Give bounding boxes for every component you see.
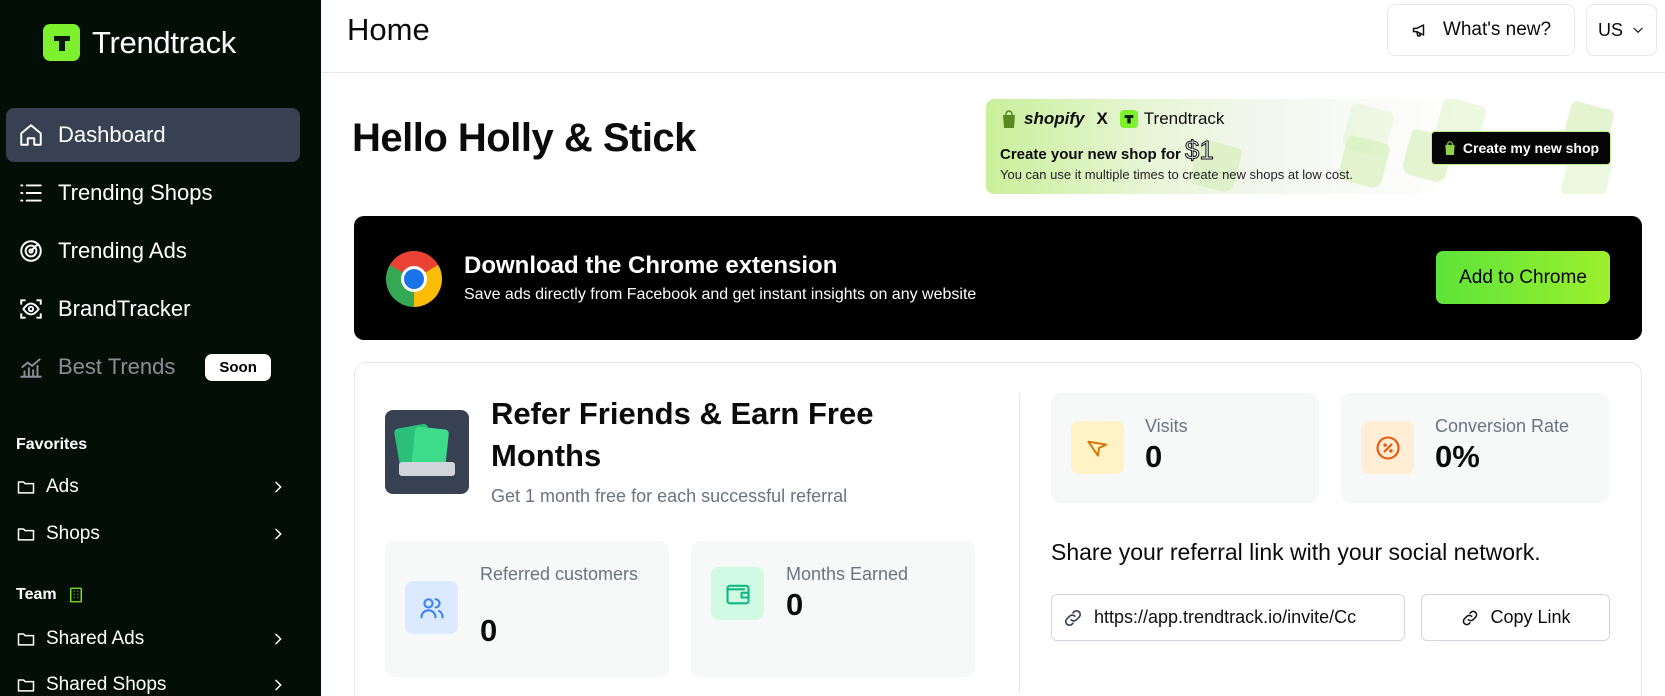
chrome-extension-subtitle: Save ads directly from Facebook and get … <box>464 286 977 303</box>
chevron-right-icon <box>275 679 282 691</box>
target-icon <box>20 240 42 262</box>
app-logo[interactable]: Trendtrack <box>43 24 236 61</box>
copy-link-label: Copy Link <box>1490 607 1571 627</box>
stat-label: Visits <box>1145 416 1188 436</box>
page-title: Home <box>347 12 430 47</box>
promo-price: $1 <box>1184 135 1214 166</box>
building-icon <box>69 587 82 603</box>
whats-new-label: What's new? <box>1442 19 1552 40</box>
folder-icon <box>17 528 35 541</box>
soon-badge: Soon <box>205 353 271 381</box>
nav-item-trending-ads[interactable]: Trending Ads <box>6 224 300 278</box>
nav-item-trending-shops[interactable]: Trending Shops <box>6 166 300 220</box>
language-select[interactable]: US <box>1586 4 1657 56</box>
vertical-divider <box>1019 393 1020 693</box>
chart-icon <box>20 358 42 378</box>
nav-label: BrandTracker <box>58 296 191 321</box>
favorites-item-ads[interactable]: Ads <box>16 469 286 505</box>
chrome-extension-banner: Download the Chrome extension Save ads d… <box>354 216 1642 340</box>
shopify-bag-icon <box>1445 141 1455 155</box>
create-new-shop-label: Create my new shop <box>1462 140 1600 156</box>
stat-value: 0% <box>1435 439 1480 474</box>
promo-description: You can use it multiple times to create … <box>1000 167 1353 182</box>
promo-headline: Create your new shop for $1 <box>1000 135 1214 166</box>
folder-icon <box>17 633 35 646</box>
copy-link-button[interactable]: Copy Link <box>1421 594 1610 641</box>
nav-item-brandtracker[interactable]: BrandTracker <box>6 282 300 336</box>
chevron-right-icon <box>275 633 282 645</box>
chevron-down-icon <box>1633 27 1643 34</box>
promo-headline-text: Create your new shop for <box>1000 146 1181 163</box>
referral-title: Refer Friends & Earn Free Months <box>491 396 874 473</box>
stat-label: Conversion Rate <box>1435 416 1570 436</box>
main-nav: Dashboard Trending Shops Trending Ads Br… <box>6 108 300 398</box>
visits-stat: Visits 0 <box>1051 393 1319 503</box>
nav-label: Trending Ads <box>58 238 187 263</box>
app-root: Trendtrack Dashboard Trending Shops Tren… <box>0 0 1665 696</box>
language-value: US <box>1597 19 1623 40</box>
folder-label: Shared Shops <box>46 674 167 695</box>
stat-label: Referred customers <box>480 564 639 584</box>
favorites-section-title: Favorites <box>16 436 87 454</box>
chevron-right-icon <box>275 528 282 540</box>
nav-label: Trending Shops <box>58 180 213 205</box>
megaphone-icon <box>1412 24 1425 37</box>
nav-label: Dashboard <box>58 122 166 147</box>
stat-value: 0 <box>786 587 804 622</box>
link-icon <box>1463 610 1478 625</box>
folder-label: Ads <box>46 476 79 497</box>
trendtrack-logo-icon <box>43 24 80 61</box>
referral-subtitle: Get 1 month free for each successful ref… <box>491 486 848 506</box>
nav-label: Best Trends <box>58 354 176 379</box>
folder-label: Shared Ads <box>46 628 145 649</box>
nav-item-dashboard[interactable]: Dashboard <box>6 108 300 162</box>
greeting-heading: Hello Holly & Stick <box>352 116 696 160</box>
favorites-item-shops[interactable]: Shops <box>16 516 286 552</box>
top-header: Home What's new? US <box>321 0 1665 73</box>
nav-item-best-trends: Best Trends Soon <box>6 340 300 394</box>
referred-customers-stat: Referred customers 0 <box>385 541 669 677</box>
app-name: Trendtrack <box>92 24 237 60</box>
add-to-chrome-button[interactable]: Add to Chrome <box>1436 251 1610 304</box>
referral-card: Refer Friends & Earn Free Months Get 1 m… <box>354 362 1642 696</box>
favorites-title: Favorites <box>16 436 88 453</box>
create-new-shop-button[interactable]: Create my new shop <box>1431 131 1611 165</box>
percent-badge-icon <box>1361 421 1414 474</box>
home-icon <box>20 124 42 146</box>
chevron-right-icon <box>275 481 282 493</box>
whats-new-button[interactable]: What's new? <box>1387 4 1575 56</box>
team-title: Team <box>16 586 57 603</box>
chrome-logo-icon <box>386 251 442 307</box>
scan-eye-icon <box>20 299 42 319</box>
list-icon <box>20 184 42 202</box>
promo-brands: shopify X Trendtrack <box>1000 109 1224 129</box>
shopify-promo-banner[interactable]: shopify X Trendtrack Create your new sho… <box>986 99 1626 194</box>
team-item-shared-shops[interactable]: Shared Shops <box>16 667 286 696</box>
shopify-bag-icon <box>1003 110 1015 128</box>
team-item-shared-ads[interactable]: Shared Ads <box>16 621 286 657</box>
share-instructions: Share your referral link with your socia… <box>1051 539 1541 565</box>
trendtrack-mini-logo-icon <box>1119 110 1138 128</box>
referral-link-input[interactable] <box>1094 607 1384 628</box>
promo-shopify-text: shopify <box>1024 109 1085 128</box>
chrome-extension-title: Download the Chrome extension <box>464 252 838 279</box>
users-icon <box>405 581 458 634</box>
link-icon <box>1064 609 1082 626</box>
folder-icon <box>17 481 35 494</box>
folder-icon <box>17 679 35 692</box>
referral-cards-icon <box>385 410 469 494</box>
folder-label: Shops <box>46 523 100 544</box>
stat-label: Months Earned <box>786 564 909 584</box>
stat-value: 0 <box>1145 439 1163 474</box>
promo-x: X <box>1096 109 1108 128</box>
promo-trendtrack-text: Trendtrack <box>1143 109 1225 128</box>
referral-link-field[interactable] <box>1051 594 1405 641</box>
team-section-title: Team <box>16 586 85 604</box>
sidebar: Trendtrack Dashboard Trending Shops Tren… <box>0 0 321 696</box>
stat-value: 0 <box>480 613 498 648</box>
wallet-icon <box>711 567 764 620</box>
months-earned-stat: Months Earned 0 <box>691 541 975 677</box>
conversion-rate-stat: Conversion Rate 0% <box>1341 393 1609 503</box>
cursor-icon <box>1071 421 1124 474</box>
